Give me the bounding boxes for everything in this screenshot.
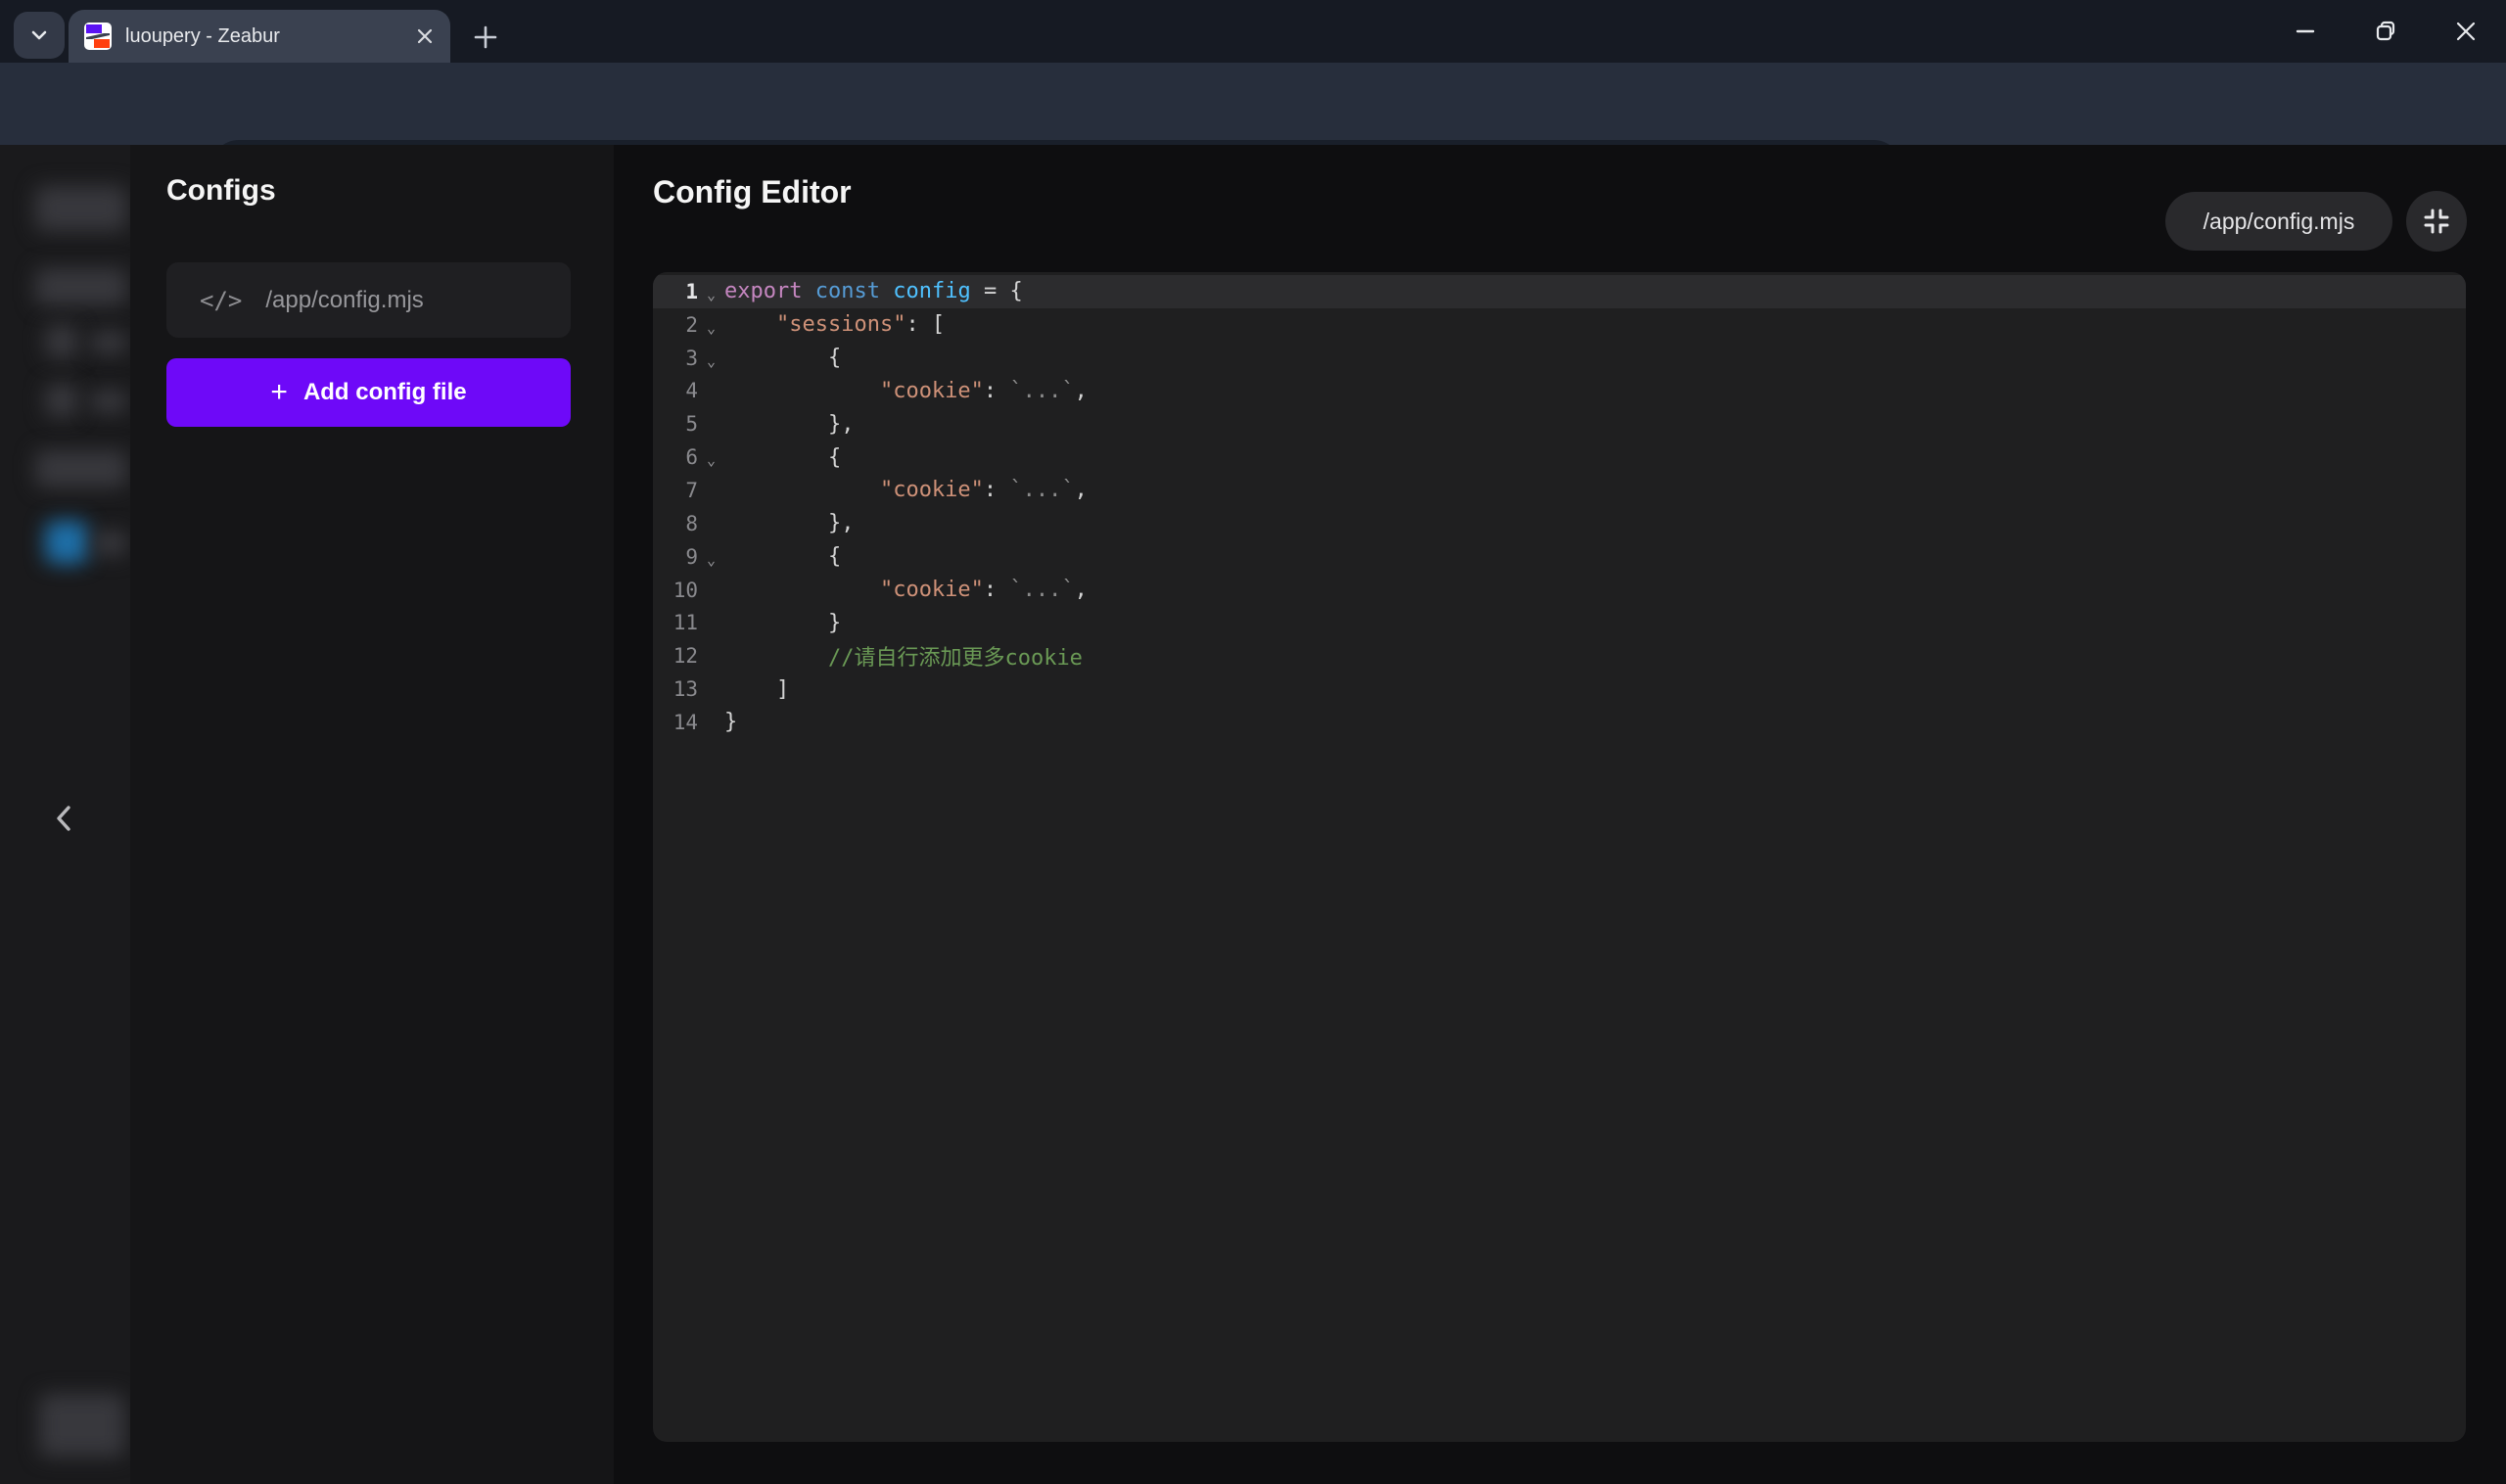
current-file-chip[interactable]: /app/config.mjs [2165, 192, 2392, 251]
code-file-icon: </> [200, 287, 242, 314]
add-config-file-label: Add config file [303, 379, 467, 406]
line-number: 11 [653, 611, 698, 634]
line-number: 14 [653, 711, 698, 734]
line-number: 7 [653, 479, 698, 502]
editor-fullscreen-toggle-button[interactable] [2406, 191, 2467, 252]
window-minimize-button[interactable] [2265, 0, 2345, 63]
fold-chevron-icon[interactable]: ⌄ [698, 551, 724, 569]
configs-panel-title: Configs [166, 174, 276, 208]
redacted-selected-service-icon [45, 521, 88, 564]
window-restore-button[interactable] [2345, 0, 2426, 63]
code-line-2[interactable]: 2⌄ "sessions": [ [653, 308, 2466, 342]
line-number: 9 [653, 545, 698, 569]
line-number: 5 [653, 412, 698, 436]
code-line-11[interactable]: 11 } [653, 606, 2466, 639]
code-line-3[interactable]: 3⌄ { [653, 342, 2466, 375]
plus-icon [473, 24, 498, 50]
code-text: "cookie": `...`, [724, 578, 1088, 602]
plus-icon: + [270, 378, 288, 407]
config-editor-title: Config Editor [653, 174, 852, 210]
code-line-10[interactable]: 10 "cookie": `...`, [653, 574, 2466, 607]
config-file-path: /app/config.mjs [265, 287, 423, 314]
fold-chevron-icon[interactable]: ⌄ [698, 451, 724, 469]
code-text: "cookie": `...`, [724, 478, 1088, 502]
code-text: { [724, 346, 841, 370]
code-text: "cookie": `...`, [724, 379, 1088, 403]
app-sidebar [0, 145, 130, 1484]
new-tab-button[interactable] [468, 20, 503, 55]
configs-panel: Configs </> /app/config.mjs + Add config… [130, 145, 614, 1484]
redacted-service-label [90, 390, 127, 413]
fold-chevron-icon[interactable]: ⌄ [698, 319, 724, 337]
fold-chevron-icon[interactable]: ⌄ [698, 352, 724, 370]
browser-tab-active[interactable]: luoupery - Zeabur [69, 10, 450, 63]
browser-toolbar: zeabur.com/projects/67e69330f4d95a5bf2de… [0, 63, 2506, 145]
chevron-down-icon [28, 24, 50, 46]
code-text: { [724, 445, 841, 470]
redacted-service-icon [45, 384, 78, 417]
zeabur-favicon [84, 23, 112, 50]
compress-icon [2423, 208, 2450, 235]
code-text: } [724, 611, 841, 635]
browser-tabbar: luoupery - Zeabur [0, 0, 2506, 63]
fold-chevron-icon[interactable]: ⌄ [698, 286, 724, 303]
code-line-1[interactable]: 1⌄export const config = { [653, 275, 2466, 308]
line-number: 6 [653, 445, 698, 469]
add-config-file-button[interactable]: + Add config file [166, 358, 571, 427]
code-text: { [724, 544, 841, 569]
minimize-icon [2293, 19, 2318, 44]
code-text: }, [724, 511, 854, 535]
redacted-sidebar-item [35, 450, 127, 487]
window-controls [2265, 0, 2506, 63]
window-close-button[interactable] [2426, 0, 2506, 63]
code-line-14[interactable]: 14} [653, 706, 2466, 739]
zeabur-page: Configs </> /app/config.mjs + Add config… [0, 145, 2506, 1484]
code-line-6[interactable]: 6⌄ { [653, 441, 2466, 474]
line-number: 3 [653, 347, 698, 370]
config-file-item[interactable]: </> /app/config.mjs [166, 262, 571, 338]
code-text: ] [724, 677, 789, 702]
line-number: 2 [653, 313, 698, 337]
line-number: 1 [653, 280, 698, 303]
code-text: "sessions": [ [724, 312, 945, 337]
tab-title: luoupery - Zeabur [125, 25, 415, 48]
sidebar-collapse-button[interactable] [47, 797, 80, 840]
code-line-12[interactable]: 12 //请自行添加更多cookie [653, 639, 2466, 672]
line-number: 12 [653, 644, 698, 668]
code-lines: 1⌄export const config = {2⌄ "sessions": … [653, 275, 2466, 739]
code-line-7[interactable]: 7 "cookie": `...`, [653, 474, 2466, 507]
tab-search-button[interactable] [14, 12, 65, 59]
code-line-5[interactable]: 5 }, [653, 407, 2466, 441]
code-text: } [724, 710, 737, 734]
redacted-service-icon [45, 325, 78, 358]
line-number: 10 [653, 579, 698, 602]
code-line-8[interactable]: 8 }, [653, 507, 2466, 540]
tab-close-icon[interactable] [415, 26, 435, 46]
close-icon [2453, 19, 2479, 44]
line-number: 8 [653, 512, 698, 535]
line-number: 4 [653, 379, 698, 402]
redacted-project-name [35, 186, 127, 231]
code-text: }, [724, 412, 854, 437]
restore-icon [2373, 19, 2398, 44]
redacted-service-label [90, 331, 127, 354]
code-line-13[interactable]: 13 ] [653, 672, 2466, 706]
chevron-left-icon [53, 804, 74, 833]
code-text: export const config = { [724, 279, 1023, 303]
redacted-selected-service-label [94, 531, 127, 556]
code-text: //请自行添加更多cookie [724, 640, 1083, 672]
code-line-4[interactable]: 4 "cookie": `...`, [653, 375, 2466, 408]
redacted-footer-item [39, 1394, 125, 1457]
redacted-sidebar-item [35, 268, 127, 305]
line-number: 13 [653, 677, 698, 701]
code-editor[interactable]: 1⌄export const config = {2⌄ "sessions": … [653, 272, 2466, 1442]
code-line-9[interactable]: 9⌄ { [653, 540, 2466, 574]
